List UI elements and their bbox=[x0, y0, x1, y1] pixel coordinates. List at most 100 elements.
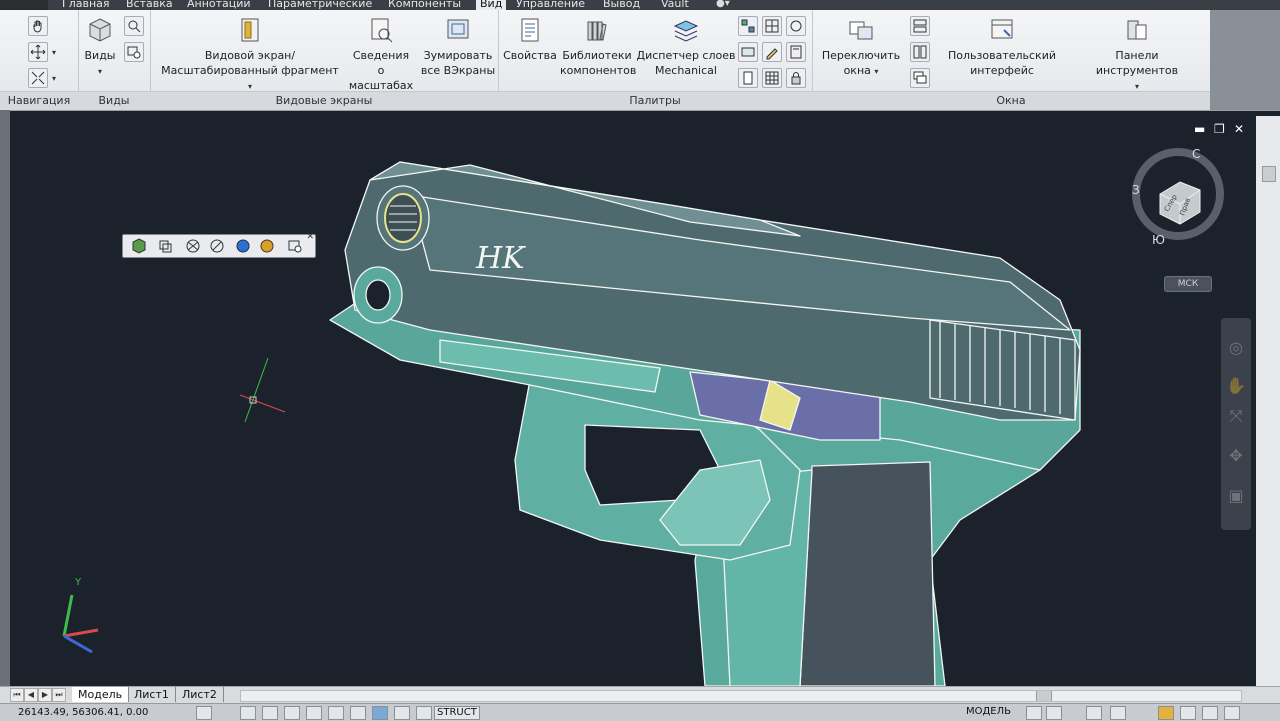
tab-sheet2[interactable]: Лист2 bbox=[176, 687, 224, 702]
panel-views: Виды ▾ Виды bbox=[78, 10, 151, 110]
tab-3[interactable]: Параметрические bbox=[268, 0, 372, 10]
chevron-down-icon[interactable]: ▾ bbox=[52, 74, 56, 83]
orbit-button[interactable] bbox=[28, 42, 48, 62]
cube-icon[interactable] bbox=[131, 238, 147, 254]
annotation-scale[interactable] bbox=[1110, 706, 1126, 720]
clean-screen[interactable] bbox=[1224, 706, 1240, 720]
osnap-toggle[interactable] bbox=[328, 706, 344, 720]
wcs-menu-button[interactable]: МСК bbox=[1164, 276, 1212, 292]
chevron-down-icon[interactable]: ▾ bbox=[52, 48, 56, 57]
horizontal-scrollbar[interactable] bbox=[240, 690, 1242, 702]
layer-manager-button[interactable]: Диспетчер слоев Mechanical bbox=[636, 16, 736, 78]
tab-1[interactable]: Вставка bbox=[126, 0, 173, 10]
snap-toggle[interactable] bbox=[240, 706, 256, 720]
visual-styles-toolbar: ✕ bbox=[122, 232, 316, 258]
tab-8[interactable]: Vault bbox=[661, 0, 689, 10]
close-icon[interactable]: ✕ bbox=[306, 232, 314, 242]
scale-info-button[interactable]: Сведения о масштабах bbox=[344, 16, 418, 93]
palette-small-7[interactable] bbox=[738, 68, 758, 88]
tab-7[interactable]: Вывод bbox=[603, 0, 640, 10]
viewcube[interactable]: С З Ю Спер Прав bbox=[1128, 146, 1228, 247]
switch-windows-button[interactable]: Переключить окна ▾ bbox=[818, 16, 904, 79]
lineweight-toggle[interactable] bbox=[416, 706, 432, 720]
drawing-area[interactable]: HK Y bbox=[10, 116, 1256, 686]
close-icon[interactable]: ✕ bbox=[1234, 122, 1244, 136]
tab-sheet1[interactable]: Лист1 bbox=[128, 687, 176, 702]
properties-button[interactable]: Свойства bbox=[502, 16, 558, 63]
tab-0[interactable]: Главная bbox=[62, 0, 110, 10]
restore-icon[interactable]: ❐ bbox=[1214, 122, 1225, 136]
polar-toggle[interactable] bbox=[306, 706, 322, 720]
view-manager-button[interactable] bbox=[124, 42, 144, 62]
palette-small-2[interactable] bbox=[762, 16, 782, 36]
hidden-sphere-icon[interactable] bbox=[209, 238, 225, 254]
shaded-sphere-icon[interactable] bbox=[235, 238, 251, 254]
model-space-toggle[interactable]: МОДЕЛЬ bbox=[966, 706, 1011, 717]
user-interface-button[interactable]: Пользовательский интерфейс bbox=[942, 16, 1062, 78]
zoom-extents-icon[interactable]: ⤧ bbox=[1226, 406, 1246, 426]
quick-view-drawings[interactable] bbox=[1046, 706, 1062, 720]
orbit-icon[interactable]: ✥ bbox=[1226, 446, 1246, 466]
scrollbar-thumb[interactable] bbox=[1036, 691, 1052, 701]
panel-navigation: ▾ ▾ Навигация bbox=[0, 10, 79, 110]
quick-view-layouts[interactable] bbox=[1026, 706, 1042, 720]
hand-icon[interactable]: ✋ bbox=[1226, 376, 1246, 396]
tab-2[interactable]: Аннотации bbox=[187, 0, 251, 10]
tab-4[interactable]: Компоненты bbox=[388, 0, 461, 10]
tab-5[interactable]: Вид bbox=[476, 0, 507, 10]
zoom-all-viewports-button[interactable]: Зумировать все ВЭкраны bbox=[420, 16, 496, 78]
gear-icon[interactable] bbox=[1086, 706, 1102, 720]
viewport-magnified-button[interactable]: Видовой экран/ Масштабированный фрагмент… bbox=[160, 16, 340, 94]
palette-small-6[interactable] bbox=[786, 42, 806, 62]
toolbars-button[interactable]: Панели инструментов ▾ bbox=[1074, 16, 1200, 94]
app-menu-button[interactable] bbox=[0, 0, 48, 10]
palette-small-1[interactable] bbox=[738, 16, 758, 36]
next-tab-icon[interactable]: ▶ bbox=[38, 688, 52, 702]
tile-vertical-button[interactable] bbox=[910, 42, 930, 62]
visual-style-manager-icon[interactable] bbox=[287, 238, 303, 254]
tab-model[interactable]: Модель bbox=[72, 687, 130, 702]
isolate-objects[interactable] bbox=[1202, 706, 1218, 720]
scale-info-icon bbox=[371, 18, 393, 43]
struct-toggle[interactable]: STRUCT bbox=[434, 706, 480, 720]
user-interface-icon bbox=[991, 19, 1013, 39]
workspace-switch[interactable] bbox=[1158, 706, 1174, 720]
last-tab-icon[interactable]: ⏭ bbox=[52, 688, 66, 702]
chevron-down-icon: ▾ bbox=[97, 67, 102, 76]
infer-constraints-toggle[interactable] bbox=[196, 706, 212, 720]
minimize-icon[interactable]: ▬ bbox=[1194, 122, 1205, 136]
palette-small-4[interactable] bbox=[738, 42, 758, 62]
prev-tab-icon[interactable]: ◀ bbox=[24, 688, 38, 702]
wireframe-sphere-icon[interactable] bbox=[185, 238, 201, 254]
palette-small-3[interactable] bbox=[786, 16, 806, 36]
showmotion-icon[interactable]: ▣ bbox=[1226, 486, 1246, 506]
first-tab-icon[interactable]: ⏮ bbox=[10, 688, 24, 702]
tile-horizontal-button[interactable] bbox=[910, 16, 930, 36]
zoom-button[interactable] bbox=[28, 68, 48, 88]
ortho-toggle[interactable] bbox=[284, 706, 300, 720]
component-libraries-button[interactable]: Библиотеки компонентов bbox=[560, 16, 636, 78]
dyn-toggle[interactable] bbox=[394, 706, 410, 720]
views-button[interactable]: Виды ▾ bbox=[82, 16, 118, 79]
scrollbar-thumb[interactable] bbox=[1262, 166, 1276, 182]
cascade-button[interactable] bbox=[910, 68, 930, 88]
named-views-button[interactable] bbox=[124, 16, 144, 36]
steering-wheel-icon[interactable]: ◎ bbox=[1226, 338, 1246, 358]
lock-icon[interactable] bbox=[1180, 706, 1196, 720]
panel-title-windows: Окна bbox=[812, 91, 1210, 110]
panel-title-viewports: Видовые экраны bbox=[150, 91, 498, 110]
ducs-toggle[interactable] bbox=[372, 706, 388, 720]
tile-horizontal-icon bbox=[913, 19, 927, 33]
ucs-icon: Y bbox=[62, 577, 99, 654]
otrack-toggle[interactable] bbox=[350, 706, 366, 720]
palette-small-9[interactable] bbox=[786, 68, 806, 88]
user-icon[interactable]: ●▾ bbox=[716, 0, 730, 9]
wireframe-2d-icon[interactable] bbox=[157, 238, 173, 254]
pan-button[interactable] bbox=[28, 16, 48, 36]
palette-small-8[interactable] bbox=[762, 68, 782, 88]
tab-6[interactable]: Управление bbox=[516, 0, 585, 10]
grid-toggle[interactable] bbox=[262, 706, 278, 720]
palette-small-5[interactable] bbox=[762, 42, 782, 62]
vertical-scrollbar[interactable] bbox=[1256, 116, 1280, 686]
realistic-sphere-icon[interactable] bbox=[259, 238, 275, 254]
